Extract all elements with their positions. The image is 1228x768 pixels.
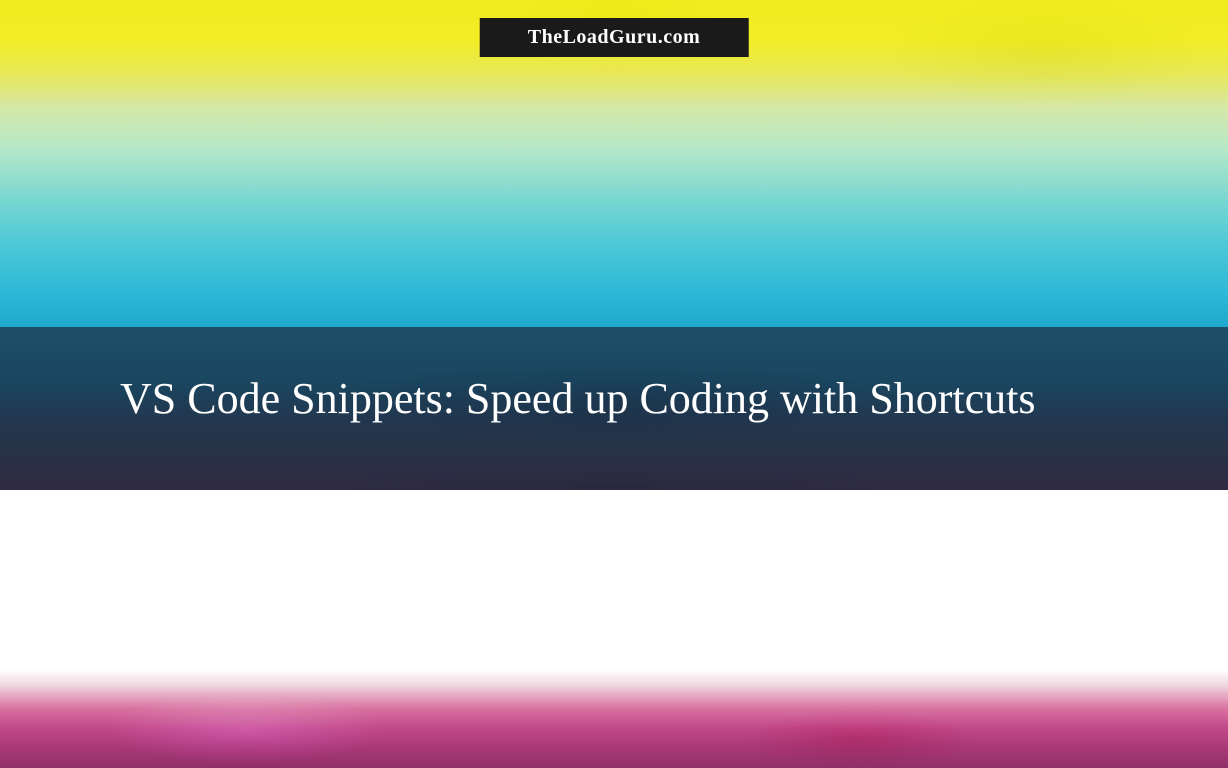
hero-image: TheLoadGuru.com VS Code Snippets: Speed … bbox=[0, 0, 1228, 490]
footer-band bbox=[0, 670, 1228, 768]
page-root: TheLoadGuru.com VS Code Snippets: Speed … bbox=[0, 0, 1228, 768]
headline-overlay: VS Code Snippets: Speed up Coding with S… bbox=[0, 327, 1228, 490]
article-title: VS Code Snippets: Speed up Coding with S… bbox=[120, 369, 1108, 428]
below-hero-region bbox=[0, 490, 1228, 768]
footer-texture bbox=[0, 670, 1228, 768]
brand-bar: TheLoadGuru.com bbox=[480, 18, 749, 57]
